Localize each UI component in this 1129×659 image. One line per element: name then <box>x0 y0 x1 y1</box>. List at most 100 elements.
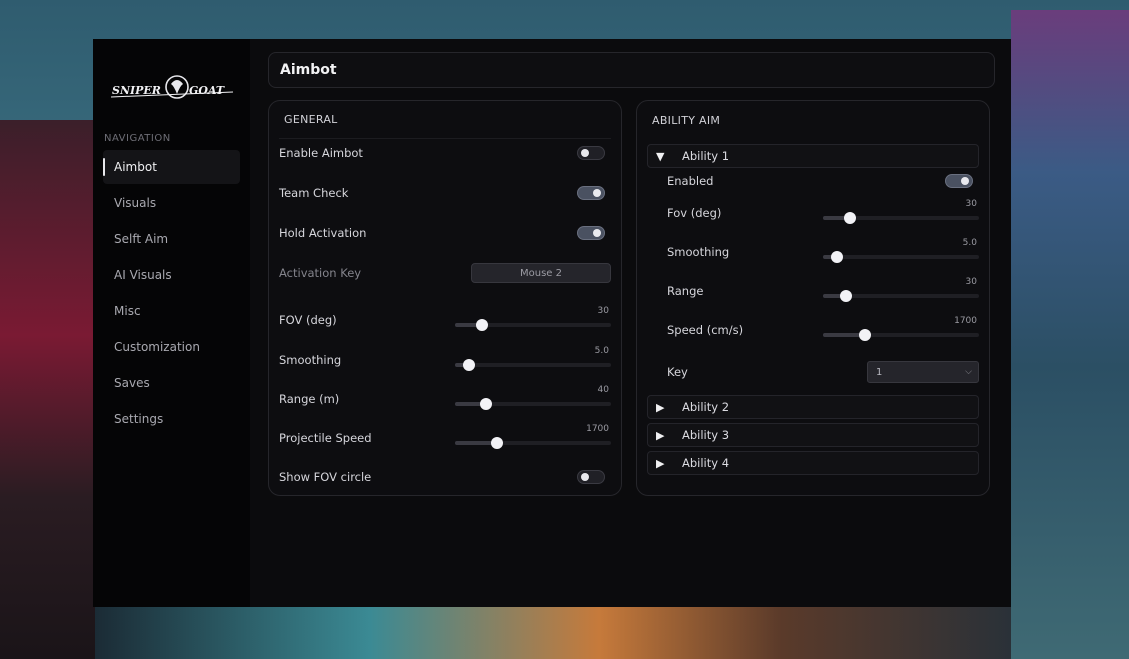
ability-smoothing-slider[interactable]: 5.0 <box>823 237 979 264</box>
setting-hold-activation: Hold Activation <box>279 213 611 253</box>
nav-item-settings[interactable]: Settings <box>103 402 240 436</box>
slider-track <box>823 289 979 302</box>
range-slider[interactable]: 40 <box>455 384 611 411</box>
slider-value: 30 <box>965 276 977 287</box>
slider-track <box>823 328 979 341</box>
slider-value: 40 <box>597 384 609 395</box>
slider-value: 1700 <box>954 315 977 326</box>
toggle-knob <box>581 473 589 481</box>
ability-fov-slider[interactable]: 30 <box>823 198 979 225</box>
slider-thumb[interactable] <box>475 319 488 331</box>
setting-label: Activation Key <box>279 266 362 280</box>
enable-aimbot-toggle[interactable] <box>577 146 605 160</box>
ability-speed-slider[interactable]: 1700 <box>823 315 979 342</box>
setting-label: Projectile Speed <box>279 430 372 445</box>
nav-item-misc[interactable]: Misc <box>103 294 240 328</box>
slider-thumb[interactable] <box>840 289 853 302</box>
slider-value: 30 <box>965 198 977 209</box>
sidebar: SNIPER GOAT NAVIGATION Aimbot Visuals Se… <box>93 39 250 607</box>
ability-enabled-toggle[interactable] <box>945 174 973 188</box>
setting-label: Smoothing <box>667 244 730 259</box>
slider-thumb[interactable] <box>480 397 493 410</box>
setting-label: Speed (cm/s) <box>667 322 744 337</box>
slider-track <box>455 397 611 410</box>
ability-1-settings: Enabled Fov (deg) 30 Smoothing 5.0 Range… <box>647 169 979 395</box>
slider-track <box>455 319 611 331</box>
toggle-knob <box>961 177 969 185</box>
nav-item-saves[interactable]: Saves <box>103 366 240 400</box>
page-title: Aimbot <box>268 52 995 88</box>
nav-item-customization[interactable]: Customization <box>103 330 240 364</box>
hold-activation-toggle[interactable] <box>577 226 605 240</box>
slider-value: 5.0 <box>962 237 977 248</box>
slider-thumb[interactable] <box>859 328 872 341</box>
slider-value: 5.0 <box>594 345 609 356</box>
toggle-knob <box>581 149 589 157</box>
setting-ability-smoothing: Smoothing 5.0 <box>667 232 979 271</box>
show-fov-circle-toggle[interactable] <box>577 470 605 484</box>
ability-key-select[interactable]: 1 ⌵ <box>867 361 979 383</box>
slider-track <box>455 358 611 371</box>
nav-item-label: AI Visuals <box>114 268 172 282</box>
main-content: Aimbot GENERAL Enable Aimbot Team Check … <box>250 39 1011 607</box>
nav-item-visuals[interactable]: Visuals <box>103 186 240 220</box>
select-value: 1 <box>876 366 883 378</box>
setting-fov: FOV (deg) 30 <box>279 300 611 340</box>
chevron-down-icon: ⌵ <box>965 367 972 377</box>
toggle-knob <box>593 229 601 237</box>
setting-label: Hold Activation <box>279 226 367 240</box>
nav-item-label: Settings <box>114 412 164 426</box>
setting-label: Key <box>667 365 688 379</box>
setting-label: FOV (deg) <box>279 313 337 327</box>
ability-3-header[interactable]: ▶ Ability 3 <box>647 423 979 447</box>
caret-right-icon: ▶ <box>656 456 665 470</box>
nav-item-aimbot[interactable]: Aimbot <box>103 150 240 184</box>
setting-ability-range: Range 30 <box>667 271 979 310</box>
nav-item-self-aim[interactable]: Selft Aim <box>103 222 240 256</box>
background-character-right <box>1011 10 1129 659</box>
setting-label: Team Check <box>279 186 349 200</box>
ability-1-header[interactable]: ▼ Ability 1 <box>647 144 979 168</box>
slider-thumb[interactable] <box>463 358 476 371</box>
slider-value: 1700 <box>586 423 609 434</box>
slider-thumb[interactable] <box>491 436 504 449</box>
svg-text:GOAT: GOAT <box>189 84 225 97</box>
caret-right-icon: ▶ <box>656 428 665 442</box>
ability-4-header[interactable]: ▶ Ability 4 <box>647 451 979 475</box>
ability-label: Ability 2 <box>682 400 730 414</box>
slider-track <box>455 436 611 449</box>
setting-label: Range (m) <box>279 391 340 406</box>
slider-thumb[interactable] <box>843 211 856 224</box>
smoothing-slider[interactable]: 5.0 <box>455 345 611 372</box>
nav-item-label: Visuals <box>114 196 157 210</box>
nav-item-label: Customization <box>114 340 200 354</box>
ability-label: Ability 4 <box>682 456 730 470</box>
projectile-speed-slider[interactable]: 1700 <box>455 423 611 450</box>
panels: GENERAL Enable Aimbot Team Check Hold Ac… <box>268 100 995 496</box>
nav-item-label: Selft Aim <box>114 232 169 246</box>
panel-title: ABILITY AIM <box>652 113 721 127</box>
caret-right-icon: ▶ <box>656 400 665 414</box>
setting-label: Range <box>667 283 704 298</box>
setting-label: Enabled <box>667 174 714 188</box>
ability-2-header[interactable]: ▶ Ability 2 <box>647 395 979 419</box>
team-check-toggle[interactable] <box>577 186 605 200</box>
ability-label: Ability 3 <box>682 428 730 442</box>
ability-range-slider[interactable]: 30 <box>823 276 979 303</box>
setting-smoothing: Smoothing 5.0 <box>279 340 611 379</box>
fov-slider[interactable]: 30 <box>455 306 611 332</box>
ability-label: Ability 1 <box>682 149 730 163</box>
background-characters-bottom <box>95 607 1011 659</box>
setting-ability-key: Key 1 ⌵ <box>667 349 979 395</box>
slider-track <box>823 211 979 224</box>
slider-thumb[interactable] <box>831 250 844 263</box>
caret-down-icon: ▼ <box>656 149 665 163</box>
background-character-left <box>0 120 95 659</box>
ability-aim-panel: ABILITY AIM ▼ Ability 1 Enabled Fov (deg… <box>636 100 990 496</box>
toggle-knob <box>593 189 601 197</box>
setting-ability-speed: Speed (cm/s) 1700 <box>667 310 979 349</box>
setting-show-fov-circle: Show FOV circle <box>279 457 611 497</box>
activation-key-button[interactable]: Mouse 2 <box>471 263 611 283</box>
nav-item-ai-visuals[interactable]: AI Visuals <box>103 258 240 292</box>
setting-ability-fov: Fov (deg) 30 <box>667 193 979 232</box>
